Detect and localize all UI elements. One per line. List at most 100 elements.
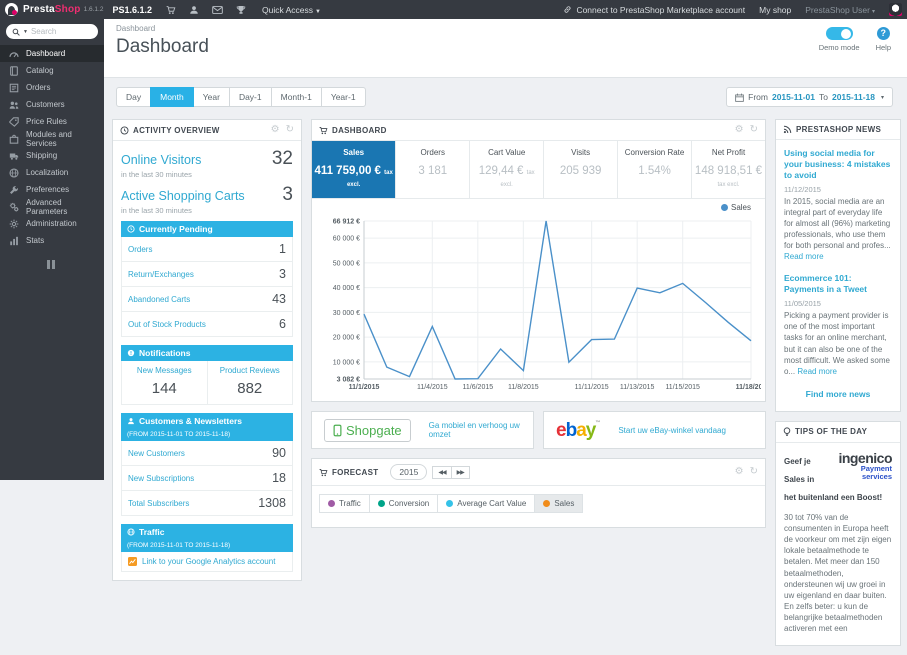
pending-row-orders[interactable]: Orders1: [121, 237, 293, 262]
search-input[interactable]: [31, 27, 89, 36]
person-icon: [127, 417, 135, 425]
active-carts-link[interactable]: Active Shopping Carts: [121, 189, 245, 203]
breadcrumb[interactable]: Dashboard: [116, 24, 907, 33]
metric-conversion-rate[interactable]: Conversion Rate1.54%: [618, 141, 692, 198]
marketplace-connect-link[interactable]: Connect to PrestaShop Marketplace accoun…: [563, 5, 745, 15]
currently-pending-header: Currently Pending: [121, 221, 293, 237]
forecast-legend-traffic[interactable]: Traffic: [319, 494, 370, 513]
range-tab-month[interactable]: Month: [150, 87, 194, 107]
advanced-parameters-icon: [9, 202, 19, 212]
svg-text:40 000 €: 40 000 €: [333, 285, 360, 292]
user-avatar[interactable]: [889, 3, 902, 16]
sidebar-item-dashboard[interactable]: Dashboard: [0, 45, 104, 62]
quick-access-menu[interactable]: Quick Access▼: [262, 5, 321, 15]
demo-mode-toggle[interactable]: [826, 27, 853, 40]
panel-refresh-icon[interactable]: ↻: [286, 125, 294, 135]
user-menu[interactable]: PrestaShop User▾: [805, 5, 875, 15]
active-carts-value: 3: [282, 184, 293, 206]
ebay-link[interactable]: Start uw eBay-winkel vandaag: [618, 426, 726, 435]
news-article: Using social media for your business: 4 …: [784, 148, 892, 262]
pending-row-abandoned-carts[interactable]: Abandoned Carts43: [121, 287, 293, 312]
new-customers-row[interactable]: New Customers90: [121, 441, 293, 466]
demo-mode-label: Demo mode: [819, 43, 860, 52]
news-article-title[interactable]: Ecommerce 101: Payments in a Tweet: [784, 273, 892, 295]
sidebar-item-orders[interactable]: Orders: [0, 79, 104, 96]
shopgate-banner[interactable]: Shopgate Ga mobiel en verhoog uw omzet: [311, 411, 534, 449]
panel-settings-icon[interactable]: ⚙: [735, 125, 744, 135]
sidebar-item-shipping[interactable]: Shipping: [0, 147, 104, 164]
read-more-link[interactable]: Read more: [797, 367, 837, 376]
ebay-banner[interactable]: ebay™ Start uw eBay-winkel vandaag: [543, 411, 766, 449]
range-tab-day[interactable]: Day: [116, 87, 151, 107]
customers-icon: [9, 100, 19, 110]
sales-chart-area: Sales 3 082 €10 000 €20 000 €30 000 €40 …: [312, 199, 765, 401]
total-subscribers-row[interactable]: Total Subscribers1308: [121, 491, 293, 516]
help-icon[interactable]: ?: [877, 27, 890, 40]
legend-dot-icon: [378, 500, 385, 507]
metric-net-profit[interactable]: Net Profit148 918,51 € tax excl.: [692, 141, 765, 198]
forecast-legend-average-cart-value[interactable]: Average Cart Value: [437, 494, 535, 513]
new-subscriptions-row[interactable]: New Subscriptions18: [121, 466, 293, 491]
google-analytics-link-row[interactable]: Link to your Google Analytics account: [121, 552, 293, 572]
shopgate-link[interactable]: Ga mobiel en verhoog uw omzet: [429, 421, 521, 439]
range-tab-year[interactable]: Year: [193, 87, 230, 107]
pending-row-out-of-stock[interactable]: Out of Stock Products6: [121, 312, 293, 337]
demo-mode-control: Demo mode: [819, 27, 860, 52]
sidebar-item-administration[interactable]: Administration: [0, 215, 104, 232]
chart-legend[interactable]: Sales: [721, 203, 751, 212]
range-tab-month-1[interactable]: Month-1: [271, 87, 322, 107]
panel-settings-icon[interactable]: ⚙: [271, 125, 280, 135]
panel-settings-icon[interactable]: ⚙: [735, 467, 744, 477]
sidebar-item-modules-and-services[interactable]: Modules and Services: [0, 130, 104, 147]
sidebar-item-catalog[interactable]: Catalog: [0, 62, 104, 79]
news-article-title[interactable]: Using social media for your business: 4 …: [784, 148, 892, 181]
panel-refresh-icon[interactable]: ↻: [750, 467, 758, 477]
pending-row-returns[interactable]: Return/Exchanges3: [121, 262, 293, 287]
traffic-header: Traffic (FROM 2015-11-01 TO 2015-11-18): [121, 524, 293, 552]
sidebar-item-price-rules[interactable]: Price Rules: [0, 113, 104, 130]
sidebar-item-stats[interactable]: Stats: [0, 232, 104, 249]
my-shop-link[interactable]: My shop: [759, 5, 791, 15]
clock-icon: [127, 225, 135, 233]
preferences-icon: [9, 185, 19, 195]
svg-text:50 000 €: 50 000 €: [333, 260, 360, 267]
date-range-picker[interactable]: From 2015-11-01 To 2015-11-18 ▾: [726, 87, 893, 107]
panel-refresh-icon[interactable]: ↻: [750, 125, 758, 135]
brand-name: PrestaShop: [23, 4, 81, 15]
product-reviews-cell[interactable]: Product Reviews 882: [208, 361, 294, 405]
metric-cart-value[interactable]: Cart Value129,44 € tax excl.: [470, 141, 544, 198]
svg-text:11/18/201: 11/18/201: [736, 384, 761, 391]
forecast-prev-button[interactable]: ◀◀: [432, 466, 451, 479]
read-more-link[interactable]: Read more: [784, 252, 824, 261]
sidebar-item-localization[interactable]: Localization: [0, 164, 104, 181]
user-icon[interactable]: [189, 5, 199, 15]
active-carts-sub: in the last 30 minutes: [121, 206, 293, 215]
sidebar-item-preferences[interactable]: Preferences: [0, 181, 104, 198]
forecast-legend-conversion[interactable]: Conversion: [369, 494, 438, 513]
range-tab-year-1[interactable]: Year-1: [321, 87, 366, 107]
forecast-legend-sales[interactable]: Sales: [534, 494, 583, 513]
cart-icon[interactable]: [166, 5, 176, 15]
metric-orders[interactable]: Orders3 181: [396, 141, 470, 198]
menu-collapse-button[interactable]: [47, 260, 57, 269]
metric-sales[interactable]: Sales411 759,00 € tax excl.: [312, 141, 396, 198]
online-visitors-link[interactable]: Online Visitors: [121, 153, 201, 167]
trophy-icon[interactable]: [236, 5, 246, 15]
svg-text:60 000 €: 60 000 €: [333, 236, 360, 243]
sidebar-item-advanced-parameters[interactable]: Advanced Parameters: [0, 198, 104, 215]
mail-icon[interactable]: [212, 5, 223, 15]
phone-icon: [333, 424, 342, 437]
forecast-next-button[interactable]: ▶▶: [451, 466, 470, 479]
range-tab-day-1[interactable]: Day-1: [229, 87, 272, 107]
customers-newsletters-header: Customers & Newsletters (FROM 2015-11-01…: [121, 413, 293, 441]
sales-chart: 3 082 €10 000 €20 000 €30 000 €40 000 €5…: [318, 207, 761, 399]
sidebar-item-customers[interactable]: Customers: [0, 96, 104, 113]
ingenico-logo: ingenico Payment services: [830, 451, 892, 482]
link-icon: [563, 5, 572, 14]
metric-visits[interactable]: Visits205 939: [544, 141, 618, 198]
search-scope-caret-icon[interactable]: ▼: [23, 29, 28, 35]
forecast-year-pill[interactable]: 2015: [390, 464, 427, 480]
new-messages-cell[interactable]: New Messages 144: [121, 361, 208, 405]
sidebar-search[interactable]: ▼: [6, 24, 98, 39]
find-more-news-link[interactable]: Find more news: [784, 389, 892, 399]
